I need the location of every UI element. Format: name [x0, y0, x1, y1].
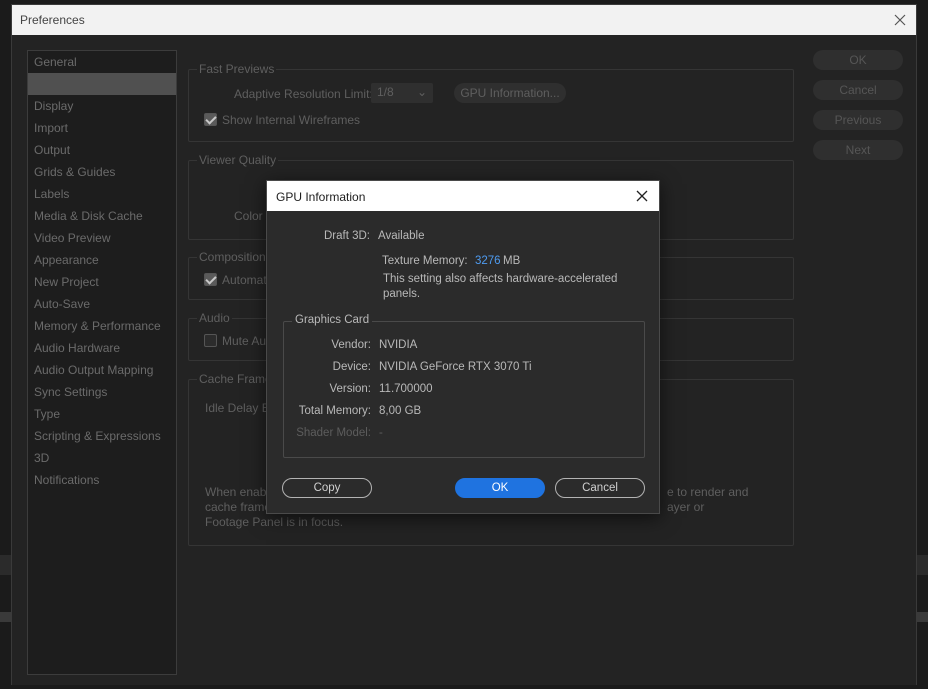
version-label: Version: [329, 383, 371, 395]
cache-note-right-1: e to render and [667, 485, 749, 499]
nav-item-memory-performance[interactable]: Memory & Performance [28, 315, 176, 337]
total-memory-label: Total Memory: [298, 405, 371, 417]
nav-item-general[interactable]: General [28, 51, 176, 73]
gpu-information-dialog: GPU Information Draft 3D: Available Text… [266, 180, 660, 514]
vendor-label: Vendor: [331, 339, 371, 351]
nav-item-audio-output-mapping[interactable]: Audio Output Mapping [28, 359, 176, 381]
texture-memory-note: This setting also affects hardware-accel… [383, 273, 618, 300]
preferences-title: Preferences [20, 13, 85, 27]
shader-model-label: Shader Model: [296, 427, 371, 439]
cancel-button[interactable]: Cancel [555, 478, 645, 498]
copy-button[interactable]: Copy [282, 478, 372, 498]
draft3d-label: Draft 3D: [323, 230, 370, 242]
gpu-dialog-titlebar: GPU Information [267, 181, 659, 211]
graphics-card-group: Graphics Card Vendor: NVIDIA Device: NVI… [283, 314, 645, 458]
ok-button[interactable]: OK [455, 478, 545, 498]
version-value: 11.700000 [379, 383, 433, 395]
nav-item-appearance[interactable]: Appearance [28, 249, 176, 271]
viewer-quality-title: Viewer Quality [197, 153, 279, 167]
cancel-button[interactable]: Cancel [813, 80, 903, 100]
composition-checkbox[interactable] [204, 273, 217, 286]
cache-note-left-3: Footage Panel is in focus. [205, 515, 344, 529]
nav-item-display[interactable]: Display [28, 95, 176, 117]
adaptive-resolution-select[interactable]: 1/8 ⌄ [371, 83, 433, 103]
cache-note-right-2: ayer or [667, 500, 705, 514]
nav-item-import[interactable]: Import [28, 117, 176, 139]
nav-item-audio-hardware[interactable]: Audio Hardware [28, 337, 176, 359]
composition-checkbox-label: Automati [222, 273, 270, 287]
adaptive-resolution-label: Adaptive Resolution Limit: [234, 87, 373, 101]
gpu-dialog-title: GPU Information [276, 190, 366, 204]
device-label: Device: [332, 361, 371, 373]
nav-item-selected[interactable] [28, 73, 176, 95]
gpu-information-button[interactable]: GPU Information... [454, 83, 566, 103]
cache-note-left-2: cache frame [205, 500, 272, 514]
nav-item-output[interactable]: Output [28, 139, 176, 161]
mute-audio-label: Mute Au [222, 334, 267, 348]
graphics-card-title: Graphics Card [292, 314, 373, 326]
shader-model-value: - [379, 427, 383, 439]
nav-item-auto-save[interactable]: Auto-Save [28, 293, 176, 315]
show-wireframes-checkbox[interactable] [204, 113, 217, 126]
close-icon[interactable] [890, 10, 910, 30]
show-wireframes-label: Show Internal Wireframes [222, 113, 361, 127]
ok-button[interactable]: OK [813, 50, 903, 70]
nav-item-notifications[interactable]: Notifications [28, 469, 176, 491]
adaptive-resolution-value: 1/8 [377, 85, 394, 99]
nav-item-scripting-expressions[interactable]: Scripting & Expressions [28, 425, 176, 447]
draft3d-value: Available [378, 230, 425, 242]
fast-previews-group: Fast Previews Adaptive Resolution Limit:… [188, 62, 794, 142]
preferences-titlebar: Preferences [12, 5, 916, 35]
preferences-nav: General Display Import Output Grids & Gu… [27, 50, 177, 675]
texture-memory-value[interactable]: 3276 [475, 255, 501, 267]
nav-item-new-project[interactable]: New Project [28, 271, 176, 293]
texture-memory-label: Texture Memory: [382, 255, 468, 267]
mute-audio-checkbox[interactable] [204, 334, 217, 347]
texture-memory-unit: MB [503, 255, 521, 267]
nav-item-labels[interactable]: Labels [28, 183, 176, 205]
nav-item-grids-guides[interactable]: Grids & Guides [28, 161, 176, 183]
total-memory-value: 8,00 GB [379, 405, 422, 417]
fast-previews-title: Fast Previews [197, 62, 277, 76]
chevron-down-icon: ⌄ [416, 85, 427, 99]
audio-title: Audio [197, 311, 232, 325]
device-value: NVIDIA GeForce RTX 3070 Ti [379, 361, 532, 373]
nav-item-sync-settings[interactable]: Sync Settings [28, 381, 176, 403]
previous-button[interactable]: Previous [813, 110, 903, 130]
vendor-value: NVIDIA [379, 339, 418, 351]
nav-item-media-disk-cache[interactable]: Media & Disk Cache [28, 205, 176, 227]
next-button[interactable]: Next [813, 140, 903, 160]
nav-item-3d[interactable]: 3D [28, 447, 176, 469]
nav-item-type[interactable]: Type [28, 403, 176, 425]
close-icon[interactable] [633, 187, 651, 205]
nav-item-video-preview[interactable]: Video Preview [28, 227, 176, 249]
